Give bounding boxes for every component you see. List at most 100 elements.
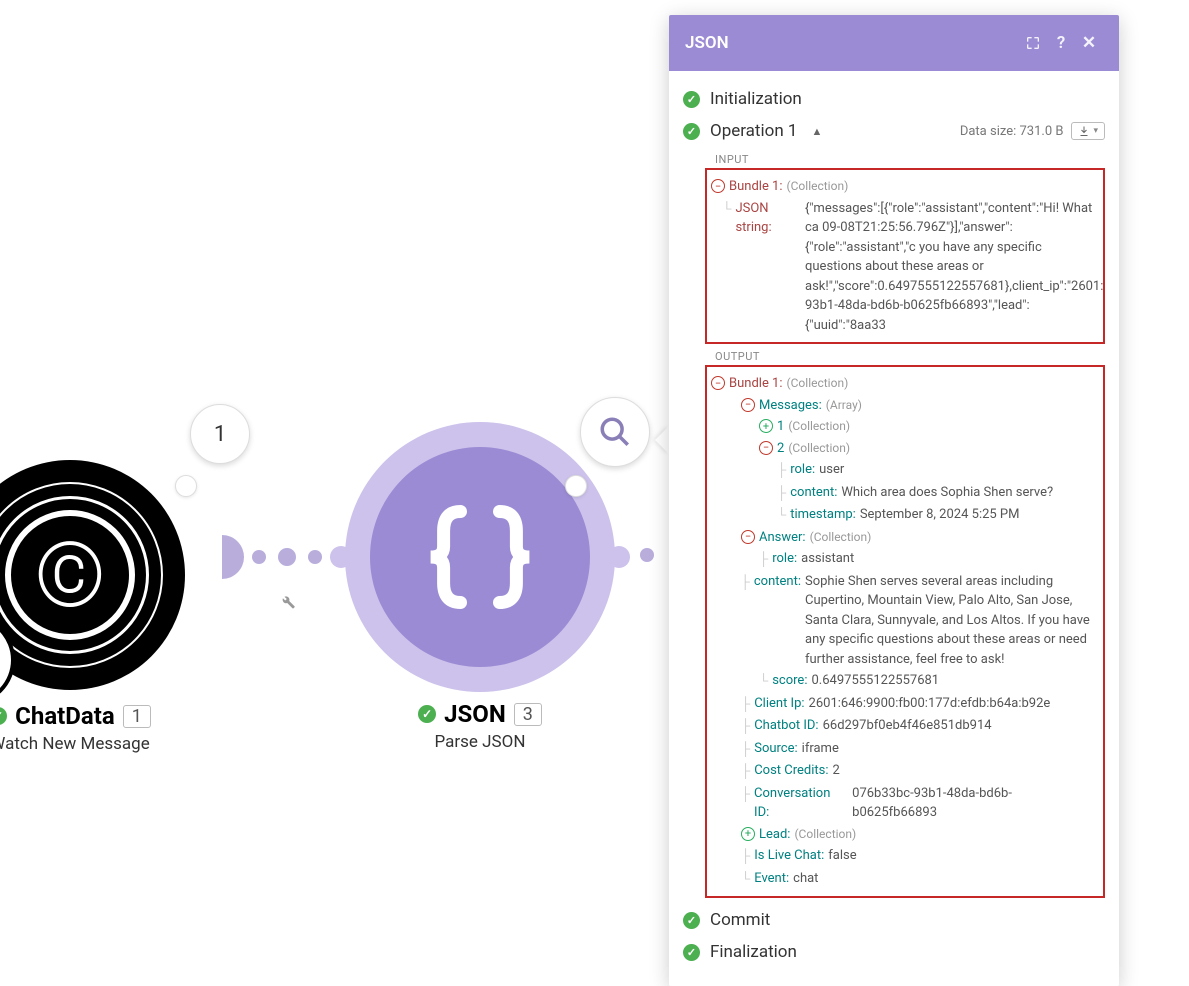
collection-meta: (Collection) (810, 528, 872, 546)
close-icon[interactable]: ✕ (1075, 29, 1103, 57)
livechat-value: false (828, 846, 856, 866)
timestamp-value: September 8, 2024 5:25 PM (860, 505, 1020, 525)
score-key: score: (772, 671, 807, 691)
bundle-key: Bundle 1: (729, 374, 783, 394)
half-moon-icon (200, 535, 244, 579)
status-check-icon: ✓ (418, 705, 436, 723)
search-icon (598, 415, 632, 449)
answer-role-key: role: (772, 549, 797, 569)
json-subtitle: Parse JSON (345, 732, 615, 752)
expand-icon[interactable]: + (759, 419, 773, 433)
json-bubble[interactable] (580, 397, 650, 467)
flow-dots (252, 548, 322, 566)
copyright-icon: © (5, 510, 135, 640)
stage-operation-1[interactable]: ✓ Operation 1 ▲ Data size: 731.0 B ▾ (683, 115, 1105, 147)
chatdata-bubble-count: 1 (214, 422, 226, 447)
chatdata-subtitle: Watch New Message (0, 734, 185, 754)
event-key: Event: (754, 869, 789, 889)
source-key: Source: (754, 739, 797, 759)
livechat-key: Is Live Chat: (754, 846, 824, 866)
stage-commit[interactable]: ✓ Commit (683, 904, 1105, 936)
download-button[interactable]: ▾ (1071, 122, 1105, 140)
cost-value: 2 (833, 761, 840, 781)
chatdata-node[interactable]: © ✓ ChatData 1 Watch New Message (0, 460, 185, 754)
stage-finalization[interactable]: ✓ Finalization (683, 936, 1105, 968)
check-icon: ✓ (683, 123, 700, 140)
chatbotid-value: 66d297bf0eb4f46e851db914 (823, 716, 992, 736)
bubble-trail-icon (175, 475, 197, 497)
collection-meta: (Collection) (787, 374, 849, 392)
msg2-key: 2 (777, 439, 784, 459)
output-section-label: OUTPUT (715, 350, 1105, 363)
chatdata-count: 1 (123, 705, 151, 728)
check-icon: ✓ (683, 91, 700, 108)
collapse-icon[interactable]: − (711, 179, 725, 193)
braces-icon (415, 492, 545, 622)
json-count: 3 (514, 703, 542, 726)
collection-meta: (Collection) (794, 825, 856, 843)
convid-key: Conversation ID: (754, 784, 848, 823)
stage-label: Initialization (710, 89, 802, 109)
json-node[interactable]: ✓ JSON 3 Parse JSON (345, 422, 615, 752)
json-circle (345, 422, 615, 692)
collection-meta: (Collection) (787, 177, 849, 195)
content-value: Which area does Sophia Shen serve? (841, 483, 1053, 503)
chatdata-bubble[interactable]: 1 (190, 404, 250, 464)
chevron-down-icon: ▾ (1093, 126, 1098, 136)
expand-icon[interactable] (1019, 29, 1047, 57)
chatdata-circle: © (0, 460, 185, 690)
json-string-value: {"messages":[{"role":"assistant","conten… (805, 199, 1095, 336)
download-icon (1078, 125, 1090, 137)
bundle-key: Bundle 1: (729, 177, 783, 197)
answer-content-key: content: (754, 572, 801, 592)
input-section-label: INPUT (715, 153, 1105, 166)
help-icon[interactable]: ? (1047, 29, 1075, 57)
role-key: role: (790, 460, 815, 480)
stage-label: Operation 1 (710, 121, 797, 141)
answer-role-value: assistant (801, 549, 854, 569)
messages-key: Messages: (759, 396, 822, 416)
stage-label: Commit (710, 910, 770, 930)
role-value: user (819, 460, 844, 480)
collapse-icon[interactable]: − (711, 376, 725, 390)
output-box: − Bundle 1: (Collection) − Messages: (Ar… (705, 365, 1105, 898)
expand-icon[interactable]: + (741, 827, 755, 841)
input-box: − Bundle 1: (Collection) └ JSON string: … (705, 168, 1105, 344)
answer-content-value: Sophie Shen serves several areas includi… (805, 572, 1095, 670)
clientip-value: 2601:646:9900:fb00:177d:efdb:b64a:b92e (809, 694, 1051, 714)
collapse-icon[interactable]: − (741, 530, 755, 544)
collapse-icon[interactable]: − (759, 441, 773, 455)
array-meta: (Array) (826, 396, 862, 414)
cost-key: Cost Credits: (754, 761, 828, 781)
check-icon: ✓ (683, 944, 700, 961)
chatdata-title: ChatData (15, 702, 115, 730)
json-panel: JSON ? ✕ ✓ Initialization ✓ Operation 1 … (669, 15, 1119, 986)
panel-header: JSON ? ✕ (669, 15, 1119, 71)
msg1-key: 1 (777, 417, 784, 437)
collapse-icon[interactable]: − (741, 398, 755, 412)
panel-title: JSON (685, 33, 729, 53)
collection-meta: (Collection) (788, 439, 850, 457)
flow-canvas: © ✓ ChatData 1 Watch New Message 1 (0, 0, 1189, 913)
panel-pointer-icon (655, 426, 669, 454)
score-value: 0.6497555122557681 (811, 671, 939, 691)
json-string-key: JSON string: (735, 199, 801, 238)
convid-value: 076b33bc-93b1-48da-bd6b-b0625fb66893 (852, 784, 1095, 823)
chevron-up-icon: ▲ (811, 125, 822, 138)
content-key: content: (790, 483, 837, 503)
collection-meta: (Collection) (788, 417, 850, 435)
bubble-trail-icon (565, 475, 587, 497)
lead-key: Lead: (759, 825, 790, 845)
timestamp-key: timestamp: (790, 505, 856, 525)
answer-key: Answer: (759, 528, 806, 548)
event-value: chat (793, 869, 818, 889)
check-icon: ✓ (683, 912, 700, 929)
json-title: JSON (444, 700, 506, 728)
clientip-key: Client Ip: (754, 694, 804, 714)
stage-initialization[interactable]: ✓ Initialization (683, 83, 1105, 115)
flow-dots (640, 548, 654, 562)
status-check-icon: ✓ (0, 707, 7, 725)
datasize-label: Data size: 731.0 B (960, 124, 1064, 139)
wrench-icon[interactable] (278, 592, 296, 614)
source-value: iframe (802, 739, 839, 759)
